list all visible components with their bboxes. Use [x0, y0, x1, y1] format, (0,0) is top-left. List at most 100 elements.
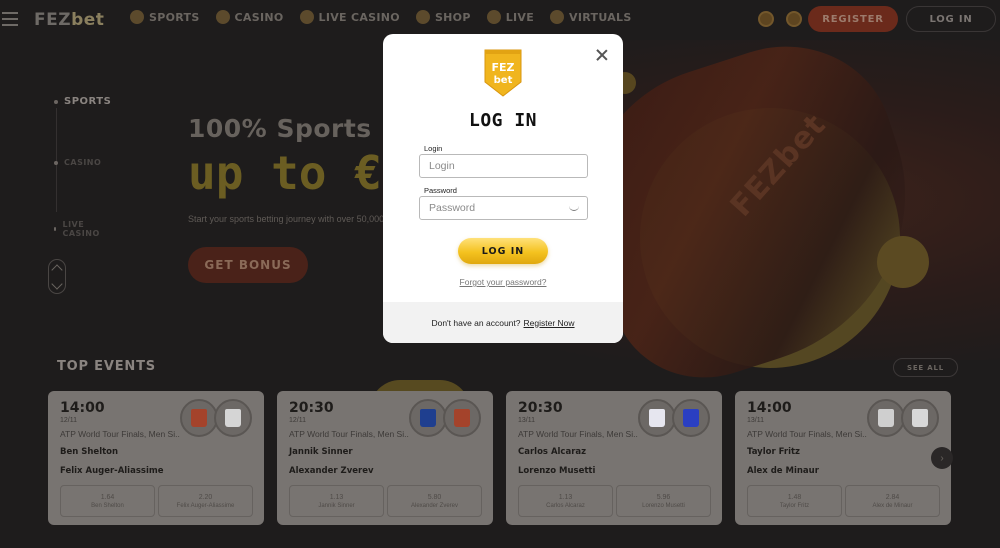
nav-item-virtuals[interactable]: VIRTUALS — [550, 10, 632, 24]
jersey-icon — [901, 399, 939, 437]
nav-item-sports[interactable]: SPORTS — [130, 10, 200, 24]
register-button[interactable]: REGISTER — [808, 6, 898, 32]
odd-button-away[interactable]: 5.80 Alexander Zverev — [387, 485, 482, 517]
hero-slider-control[interactable] — [48, 259, 66, 294]
get-bonus-button[interactable]: GET BONUS — [188, 247, 308, 283]
jersey-icon — [638, 399, 676, 437]
odd-label: Alexander Zverev — [410, 502, 459, 509]
hero-ball-decoration — [877, 236, 929, 288]
odd-value: 1.64 — [100, 493, 115, 501]
live-casino-icon — [299, 10, 314, 24]
event-card[interactable]: 14:00 12/11 ATP World Tour Finals, Men S… — [48, 391, 264, 525]
player-home: Jannik Sinner — [289, 447, 353, 457]
odd-button-away[interactable]: 2.84 Alex de Minaur — [845, 485, 940, 517]
shirt-icon — [649, 409, 665, 427]
shirt-icon — [878, 409, 894, 427]
page-backdrop: FEZbet SPORTS CASINO LIVE CASINO SHOP LI… — [0, 0, 1000, 548]
nav-item-casino[interactable]: CASINO — [215, 10, 284, 24]
jersey-icon — [443, 399, 481, 437]
login-submit-button[interactable]: LOG IN — [458, 238, 548, 264]
player-away: Felix Auger-Aliassime — [60, 466, 164, 476]
event-card[interactable]: 20:30 12/11 ATP World Tour Finals, Men S… — [277, 391, 493, 525]
jersey-icon — [409, 399, 447, 437]
team-jerseys — [867, 399, 939, 437]
odd-label: Ben Shelton — [91, 502, 124, 509]
odd-value: 5.80 — [427, 493, 442, 501]
event-time: 14:00 — [747, 400, 792, 416]
odd-label: Felix Auger-Aliassime — [176, 502, 235, 509]
shirt-icon — [191, 409, 207, 427]
odd-label: Alex de Minaur — [872, 502, 913, 509]
bullet-icon — [54, 160, 58, 165]
nav-item-shop[interactable]: SHOP — [415, 10, 471, 24]
hero-category-sports[interactable]: SPORTS — [54, 96, 111, 107]
event-time: 14:00 — [60, 400, 105, 416]
jersey-icon — [214, 399, 252, 437]
login-field-label: Login — [424, 144, 443, 153]
chevron-down-icon[interactable] — [51, 278, 63, 290]
close-icon[interactable] — [595, 48, 609, 62]
hero-subtitle: Start your sports betting journey with o… — [188, 214, 396, 224]
hamburger-menu-icon[interactable] — [2, 12, 18, 26]
language-icon[interactable] — [786, 11, 802, 27]
odd-button-home[interactable]: 1.64 Ben Shelton — [60, 485, 155, 517]
odd-label: Lorenzo Musetti — [642, 502, 685, 509]
shirt-icon — [420, 409, 436, 427]
event-league: ATP World Tour Finals, Men Si... — [747, 429, 867, 439]
odd-button-home[interactable]: 1.48 Taylor Fritz — [747, 485, 842, 517]
modal-title: LOG IN — [468, 110, 538, 131]
odd-button-home[interactable]: 1.13 Jannik Sinner — [289, 485, 384, 517]
logo-text-bottom: bet — [494, 75, 513, 86]
event-card[interactable]: 14:00 13/11 ATP World Tour Finals, Men S… — [735, 391, 951, 525]
odd-button-home[interactable]: 1.13 Carlos Alcaraz — [518, 485, 613, 517]
player-away: Alex de Minaur — [747, 466, 819, 476]
odd-button-away[interactable]: 5.96 Lorenzo Musetti — [616, 485, 711, 517]
event-league: ATP World Tour Finals, Men Si... — [289, 429, 409, 439]
login-input[interactable] — [419, 154, 588, 178]
live-icon — [486, 10, 501, 24]
jersey-icon — [672, 399, 710, 437]
shirt-icon — [454, 409, 470, 427]
odd-button-away[interactable]: 2.20 Felix Auger-Aliassime — [158, 485, 253, 517]
jersey-icon — [180, 399, 218, 437]
casino-icon — [215, 10, 230, 24]
top-icons — [758, 11, 802, 27]
password-field-label: Password — [424, 186, 457, 195]
hero-category-casino[interactable]: CASINO — [54, 158, 101, 167]
forgot-password-link[interactable]: Forgot your password? — [383, 277, 623, 287]
event-date: 12/11 — [289, 417, 306, 424]
soccer-ball-icon — [130, 10, 144, 24]
header-login-button[interactable]: LOG IN — [906, 6, 996, 32]
hero-category-live-casino[interactable]: LIVE CASINO — [54, 220, 101, 238]
event-date: 13/11 — [747, 417, 764, 424]
event-league: ATP World Tour Finals, Men Si... — [60, 429, 180, 439]
login-modal: FEZ bet LOG IN Login Password LOG IN For… — [383, 34, 623, 343]
player-home: Ben Shelton — [60, 447, 119, 457]
modal-footer: Don't have an account? Register Now — [383, 302, 623, 343]
event-time: 20:30 — [518, 400, 563, 416]
player-home: Carlos Alcaraz — [518, 447, 587, 457]
nav-item-live[interactable]: LIVE — [486, 10, 534, 24]
event-time: 20:30 — [289, 400, 334, 416]
promo-icon[interactable] — [758, 11, 774, 27]
team-jerseys — [180, 399, 252, 437]
register-now-link[interactable]: Register Now — [524, 318, 575, 328]
bullet-icon — [54, 227, 57, 231]
player-away: Alexander Zverev — [289, 466, 374, 476]
main-nav: SPORTS CASINO LIVE CASINO SHOP LIVE VIRT… — [130, 10, 632, 24]
event-date: 13/11 — [518, 417, 535, 424]
fezbet-badge-logo: FEZ bet — [484, 49, 522, 97]
virtuals-icon — [550, 10, 565, 24]
site-logo[interactable]: FEZbet — [34, 10, 104, 30]
player-home: Taylor Fritz — [747, 447, 801, 457]
nav-item-live-casino[interactable]: LIVE CASINO — [299, 10, 400, 24]
jersey-icon — [867, 399, 905, 437]
event-card[interactable]: 20:30 13/11 ATP World Tour Finals, Men S… — [506, 391, 722, 525]
odds-row: 1.48 Taylor Fritz 2.84 Alex de Minaur — [747, 485, 940, 517]
odd-label: Carlos Alcaraz — [546, 502, 585, 509]
password-input[interactable] — [419, 196, 588, 220]
see-all-button[interactable]: SEE ALL — [893, 358, 958, 377]
chevron-up-icon[interactable] — [51, 264, 63, 276]
odd-value: 2.84 — [885, 493, 900, 501]
chevron-right-icon[interactable]: › — [931, 447, 953, 469]
